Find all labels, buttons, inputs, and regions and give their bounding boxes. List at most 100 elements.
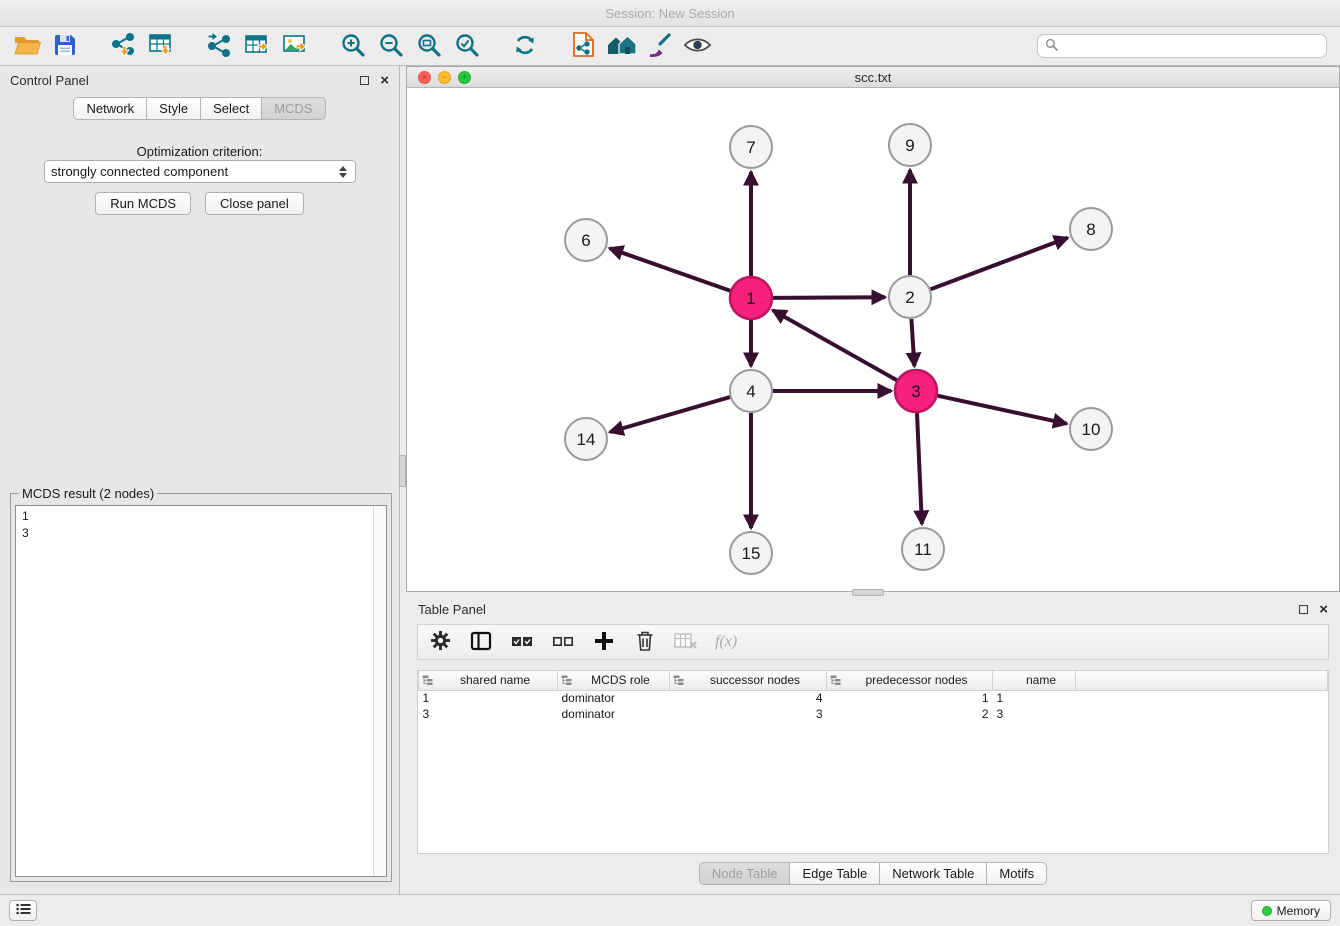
column-header-mcds-role[interactable]: MCDS role bbox=[558, 671, 670, 690]
export-table-button[interactable] bbox=[238, 30, 276, 62]
graph-node-3[interactable]: 3 bbox=[895, 370, 937, 412]
table-settings-button[interactable] bbox=[428, 630, 452, 654]
delete-table-button[interactable] bbox=[674, 630, 698, 654]
home-overview-button[interactable] bbox=[602, 30, 640, 62]
edge-1-6[interactable] bbox=[610, 248, 731, 290]
import-table-button[interactable] bbox=[142, 30, 180, 62]
export-network-icon bbox=[206, 32, 233, 61]
import-network-icon bbox=[110, 32, 137, 61]
graph-node-10[interactable]: 10 bbox=[1070, 408, 1112, 450]
graph-node-1[interactable]: 1 bbox=[730, 277, 772, 319]
network-canvas[interactable]: 7 9 6 8 1 2 4 3 14 10 15 11 bbox=[407, 88, 1339, 591]
export-image-button[interactable] bbox=[276, 30, 314, 62]
function-builder-button[interactable]: f(x) bbox=[715, 630, 737, 654]
tab-motifs[interactable]: Motifs bbox=[986, 862, 1047, 885]
edge-3-1[interactable] bbox=[773, 310, 897, 380]
export-image-icon bbox=[282, 32, 309, 61]
zoom-out-button[interactable] bbox=[372, 30, 410, 62]
zoom-window-icon[interactable]: + bbox=[458, 71, 471, 84]
search-input[interactable] bbox=[1063, 38, 1319, 54]
tab-mcds[interactable]: MCDS bbox=[261, 97, 325, 120]
result-scrollbar[interactable] bbox=[373, 506, 386, 876]
export-network-button[interactable] bbox=[200, 30, 238, 62]
tab-style[interactable]: Style bbox=[146, 97, 201, 120]
cell-name[interactable]: 1 bbox=[993, 690, 1076, 706]
task-history-button[interactable] bbox=[9, 900, 37, 921]
cell-predecessor-nodes[interactable]: 2 bbox=[827, 706, 993, 722]
graph-node-8[interactable]: 8 bbox=[1070, 208, 1112, 250]
tab-edge-table[interactable]: Edge Table bbox=[789, 862, 880, 885]
column-header-predecessor-nodes[interactable]: predecessor nodes bbox=[827, 671, 993, 690]
memory-button[interactable]: Memory bbox=[1251, 900, 1331, 921]
select-all-button[interactable] bbox=[510, 630, 534, 654]
cell-successor-nodes[interactable]: 4 bbox=[670, 690, 827, 706]
tab-network[interactable]: Network bbox=[73, 97, 147, 120]
graph-node-14[interactable]: 14 bbox=[565, 418, 607, 460]
column-header-shared-name[interactable]: shared name bbox=[419, 671, 558, 690]
network-file-button[interactable] bbox=[564, 30, 602, 62]
graphics-details-button[interactable] bbox=[678, 30, 716, 62]
import-network-button[interactable] bbox=[104, 30, 142, 62]
graph-node-15[interactable]: 15 bbox=[730, 532, 772, 574]
close-window-icon[interactable]: × bbox=[418, 71, 431, 84]
graph-node-2[interactable]: 2 bbox=[889, 276, 931, 318]
float-table-panel-icon[interactable] bbox=[1299, 605, 1308, 614]
float-panel-icon[interactable] bbox=[360, 76, 369, 85]
save-session-button[interactable] bbox=[46, 30, 84, 62]
graph-node-7[interactable]: 7 bbox=[730, 126, 772, 168]
run-mcds-button[interactable]: Run MCDS bbox=[95, 192, 191, 215]
sort-hierarchy-icon bbox=[422, 675, 433, 689]
zoom-fit-button[interactable] bbox=[410, 30, 448, 62]
column-header-name[interactable]: name bbox=[993, 671, 1076, 690]
criterion-dropdown[interactable]: strongly connected component bbox=[44, 160, 356, 183]
deselect-all-button[interactable] bbox=[551, 630, 575, 654]
minimize-window-icon[interactable]: − bbox=[438, 71, 451, 84]
graph-node-6[interactable]: 6 bbox=[565, 219, 607, 261]
cell-mcds-role[interactable]: dominator bbox=[558, 690, 670, 706]
unchecked-boxes-icon bbox=[552, 630, 574, 655]
floppy-disk-icon bbox=[53, 33, 77, 60]
close-table-panel-icon[interactable]: × bbox=[1319, 602, 1328, 617]
network-graph[interactable]: 7 9 6 8 1 2 4 3 14 10 15 11 bbox=[407, 88, 1339, 592]
apply-style-button[interactable] bbox=[640, 30, 678, 62]
graph-node-9[interactable]: 9 bbox=[889, 124, 931, 166]
table-row[interactable]: 3 dominator 3 2 3 bbox=[419, 706, 1328, 722]
cell-name[interactable]: 3 bbox=[993, 706, 1076, 722]
edge-3-10[interactable] bbox=[938, 396, 1067, 424]
cell-shared-name[interactable]: 3 bbox=[419, 706, 558, 722]
close-panel-icon[interactable]: × bbox=[380, 73, 389, 88]
network-window-titlebar[interactable]: × − + scc.txt bbox=[407, 67, 1339, 88]
cell-predecessor-nodes[interactable]: 1 bbox=[827, 690, 993, 706]
close-panel-button[interactable]: Close panel bbox=[205, 192, 304, 215]
mcds-result-list[interactable]: 1 3 bbox=[15, 505, 387, 877]
edge-3-11[interactable] bbox=[917, 413, 922, 524]
toolbar-search[interactable] bbox=[1037, 34, 1327, 58]
open-session-button[interactable] bbox=[8, 30, 46, 62]
tab-select[interactable]: Select bbox=[200, 97, 262, 120]
add-column-button[interactable] bbox=[592, 630, 616, 654]
apply-layout-button[interactable] bbox=[506, 30, 544, 62]
graph-node-4[interactable]: 4 bbox=[730, 370, 772, 412]
edge-4-14[interactable] bbox=[610, 397, 730, 432]
svg-text:8: 8 bbox=[1086, 220, 1095, 239]
horizontal-splitter-grip[interactable] bbox=[852, 589, 884, 596]
edge-2-8[interactable] bbox=[931, 238, 1068, 289]
cell-mcds-role[interactable]: dominator bbox=[558, 706, 670, 722]
zoom-in-button[interactable] bbox=[334, 30, 372, 62]
graph-node-11[interactable]: 11 bbox=[902, 528, 944, 570]
cell-shared-name[interactable]: 1 bbox=[419, 690, 558, 706]
edge-2-3[interactable] bbox=[911, 319, 914, 366]
vertical-splitter-grip[interactable] bbox=[399, 455, 406, 487]
tab-node-table[interactable]: Node Table bbox=[699, 862, 791, 885]
show-columns-button[interactable] bbox=[469, 630, 493, 654]
edge-1-2[interactable] bbox=[773, 297, 885, 298]
column-header-successor-nodes[interactable]: successor nodes bbox=[670, 671, 827, 690]
delete-column-button[interactable] bbox=[633, 630, 657, 654]
zoom-selected-button[interactable] bbox=[448, 30, 486, 62]
memory-button-label: Memory bbox=[1277, 904, 1320, 918]
cell-successor-nodes[interactable]: 3 bbox=[670, 706, 827, 722]
mcds-result-title: MCDS result (2 nodes) bbox=[19, 486, 157, 501]
table-row[interactable]: 1 dominator 4 1 1 bbox=[419, 690, 1328, 706]
network-window-title: scc.txt bbox=[855, 70, 892, 85]
tab-network-table[interactable]: Network Table bbox=[879, 862, 987, 885]
